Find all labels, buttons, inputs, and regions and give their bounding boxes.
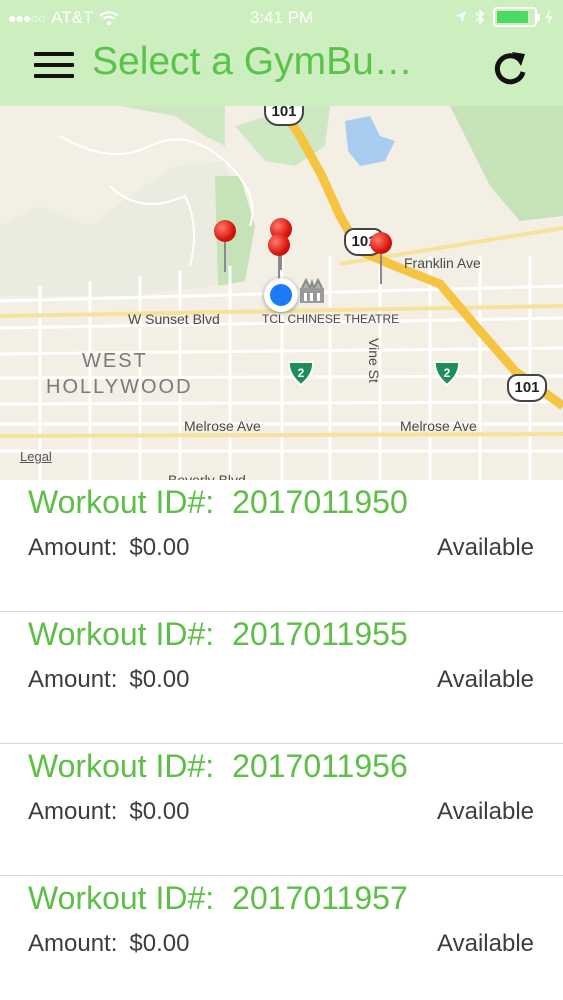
map-label-hollywood: HOLLYWOOD xyxy=(46,376,193,398)
map-label-west: WEST xyxy=(82,350,148,372)
workout-list-item[interactable]: Workout ID#: 2017011950 Amount: $0.00 Avai… xyxy=(0,480,563,612)
map-label-franklin: Franklin Ave xyxy=(404,255,481,271)
menu-button[interactable] xyxy=(34,52,74,82)
svg-text:2: 2 xyxy=(444,366,451,380)
bluetooth-icon xyxy=(475,9,485,25)
highway-101-shield: 101 xyxy=(507,374,547,402)
amount-label: Amount: xyxy=(28,666,118,693)
map-view[interactable]: 101 101 101 2 2 W Sunset Blvd TCL CHINES… xyxy=(0,106,563,480)
map-label-sunset: W Sunset Blvd xyxy=(128,311,220,327)
amount-label: Amount: xyxy=(28,798,118,825)
landmark-icon xyxy=(300,278,324,303)
amount-value: $0.00 xyxy=(129,534,190,561)
workout-id-label: Workout ID#: xyxy=(28,616,215,652)
map-legal-link[interactable]: Legal xyxy=(20,449,52,464)
availability-status: Available xyxy=(437,930,534,957)
page-title: Select a GymBu… xyxy=(92,40,413,83)
amount-label: Amount: xyxy=(28,930,118,957)
map-label-vine: Vine St xyxy=(366,338,382,383)
amount-value: $0.00 xyxy=(129,798,190,825)
amount-value: $0.00 xyxy=(129,666,190,693)
workout-id-value: 2017011956 xyxy=(232,748,408,784)
workout-list-item[interactable]: Workout ID#: 2017011955 Amount: $0.00 Avai… xyxy=(0,612,563,744)
availability-status: Available xyxy=(437,666,534,693)
workout-id-label: Workout ID#: xyxy=(28,748,215,784)
status-bar: ●●●○○ AT&T 3:41 PM xyxy=(0,0,563,36)
map-label-poi: TCL CHINESE THEATRE xyxy=(262,312,400,326)
amount-label: Amount: xyxy=(28,534,118,561)
map-label-melrose-left: Melrose Ave xyxy=(184,418,261,434)
charging-icon xyxy=(545,10,553,24)
availability-status: Available xyxy=(437,534,534,561)
workout-id-value: 2017011957 xyxy=(232,880,408,916)
app-header: ●●●○○ AT&T 3:41 PM Select a GymBu… xyxy=(0,0,563,106)
map-pin[interactable] xyxy=(370,232,392,284)
map-label-melrose-right: Melrose Ave xyxy=(400,418,477,434)
current-location-icon xyxy=(264,278,298,312)
map-label-beverly: Beverly Blvd xyxy=(168,472,246,480)
highway-2-shield-icon: 2 xyxy=(287,361,315,386)
workout-list-item[interactable]: Workout ID#: 2017011956 Amount: $0.00 Avai… xyxy=(0,744,563,876)
battery-icon xyxy=(493,7,540,27)
workout-id-label: Workout ID#: xyxy=(28,484,215,520)
workout-id-label: Workout ID#: xyxy=(28,880,215,916)
svg-text:2: 2 xyxy=(298,366,305,380)
amount-value: $0.00 xyxy=(129,930,190,957)
highway-2-shield-icon: 2 xyxy=(433,361,461,386)
availability-status: Available xyxy=(437,798,534,825)
refresh-icon[interactable] xyxy=(488,46,532,90)
workout-list: Workout ID#: 2017011950 Amount: $0.00 Avai… xyxy=(0,480,563,1000)
workout-list-item[interactable]: Workout ID#: 2017011957 Amount: $0.00 Avai… xyxy=(0,876,563,1000)
highway-101-shield: 101 xyxy=(264,106,304,126)
map-pin[interactable] xyxy=(268,234,290,286)
workout-id-value: 2017011950 xyxy=(232,484,408,520)
map-pin[interactable] xyxy=(214,220,236,272)
location-arrow-icon xyxy=(456,11,466,23)
workout-id-value: 2017011955 xyxy=(232,616,408,652)
